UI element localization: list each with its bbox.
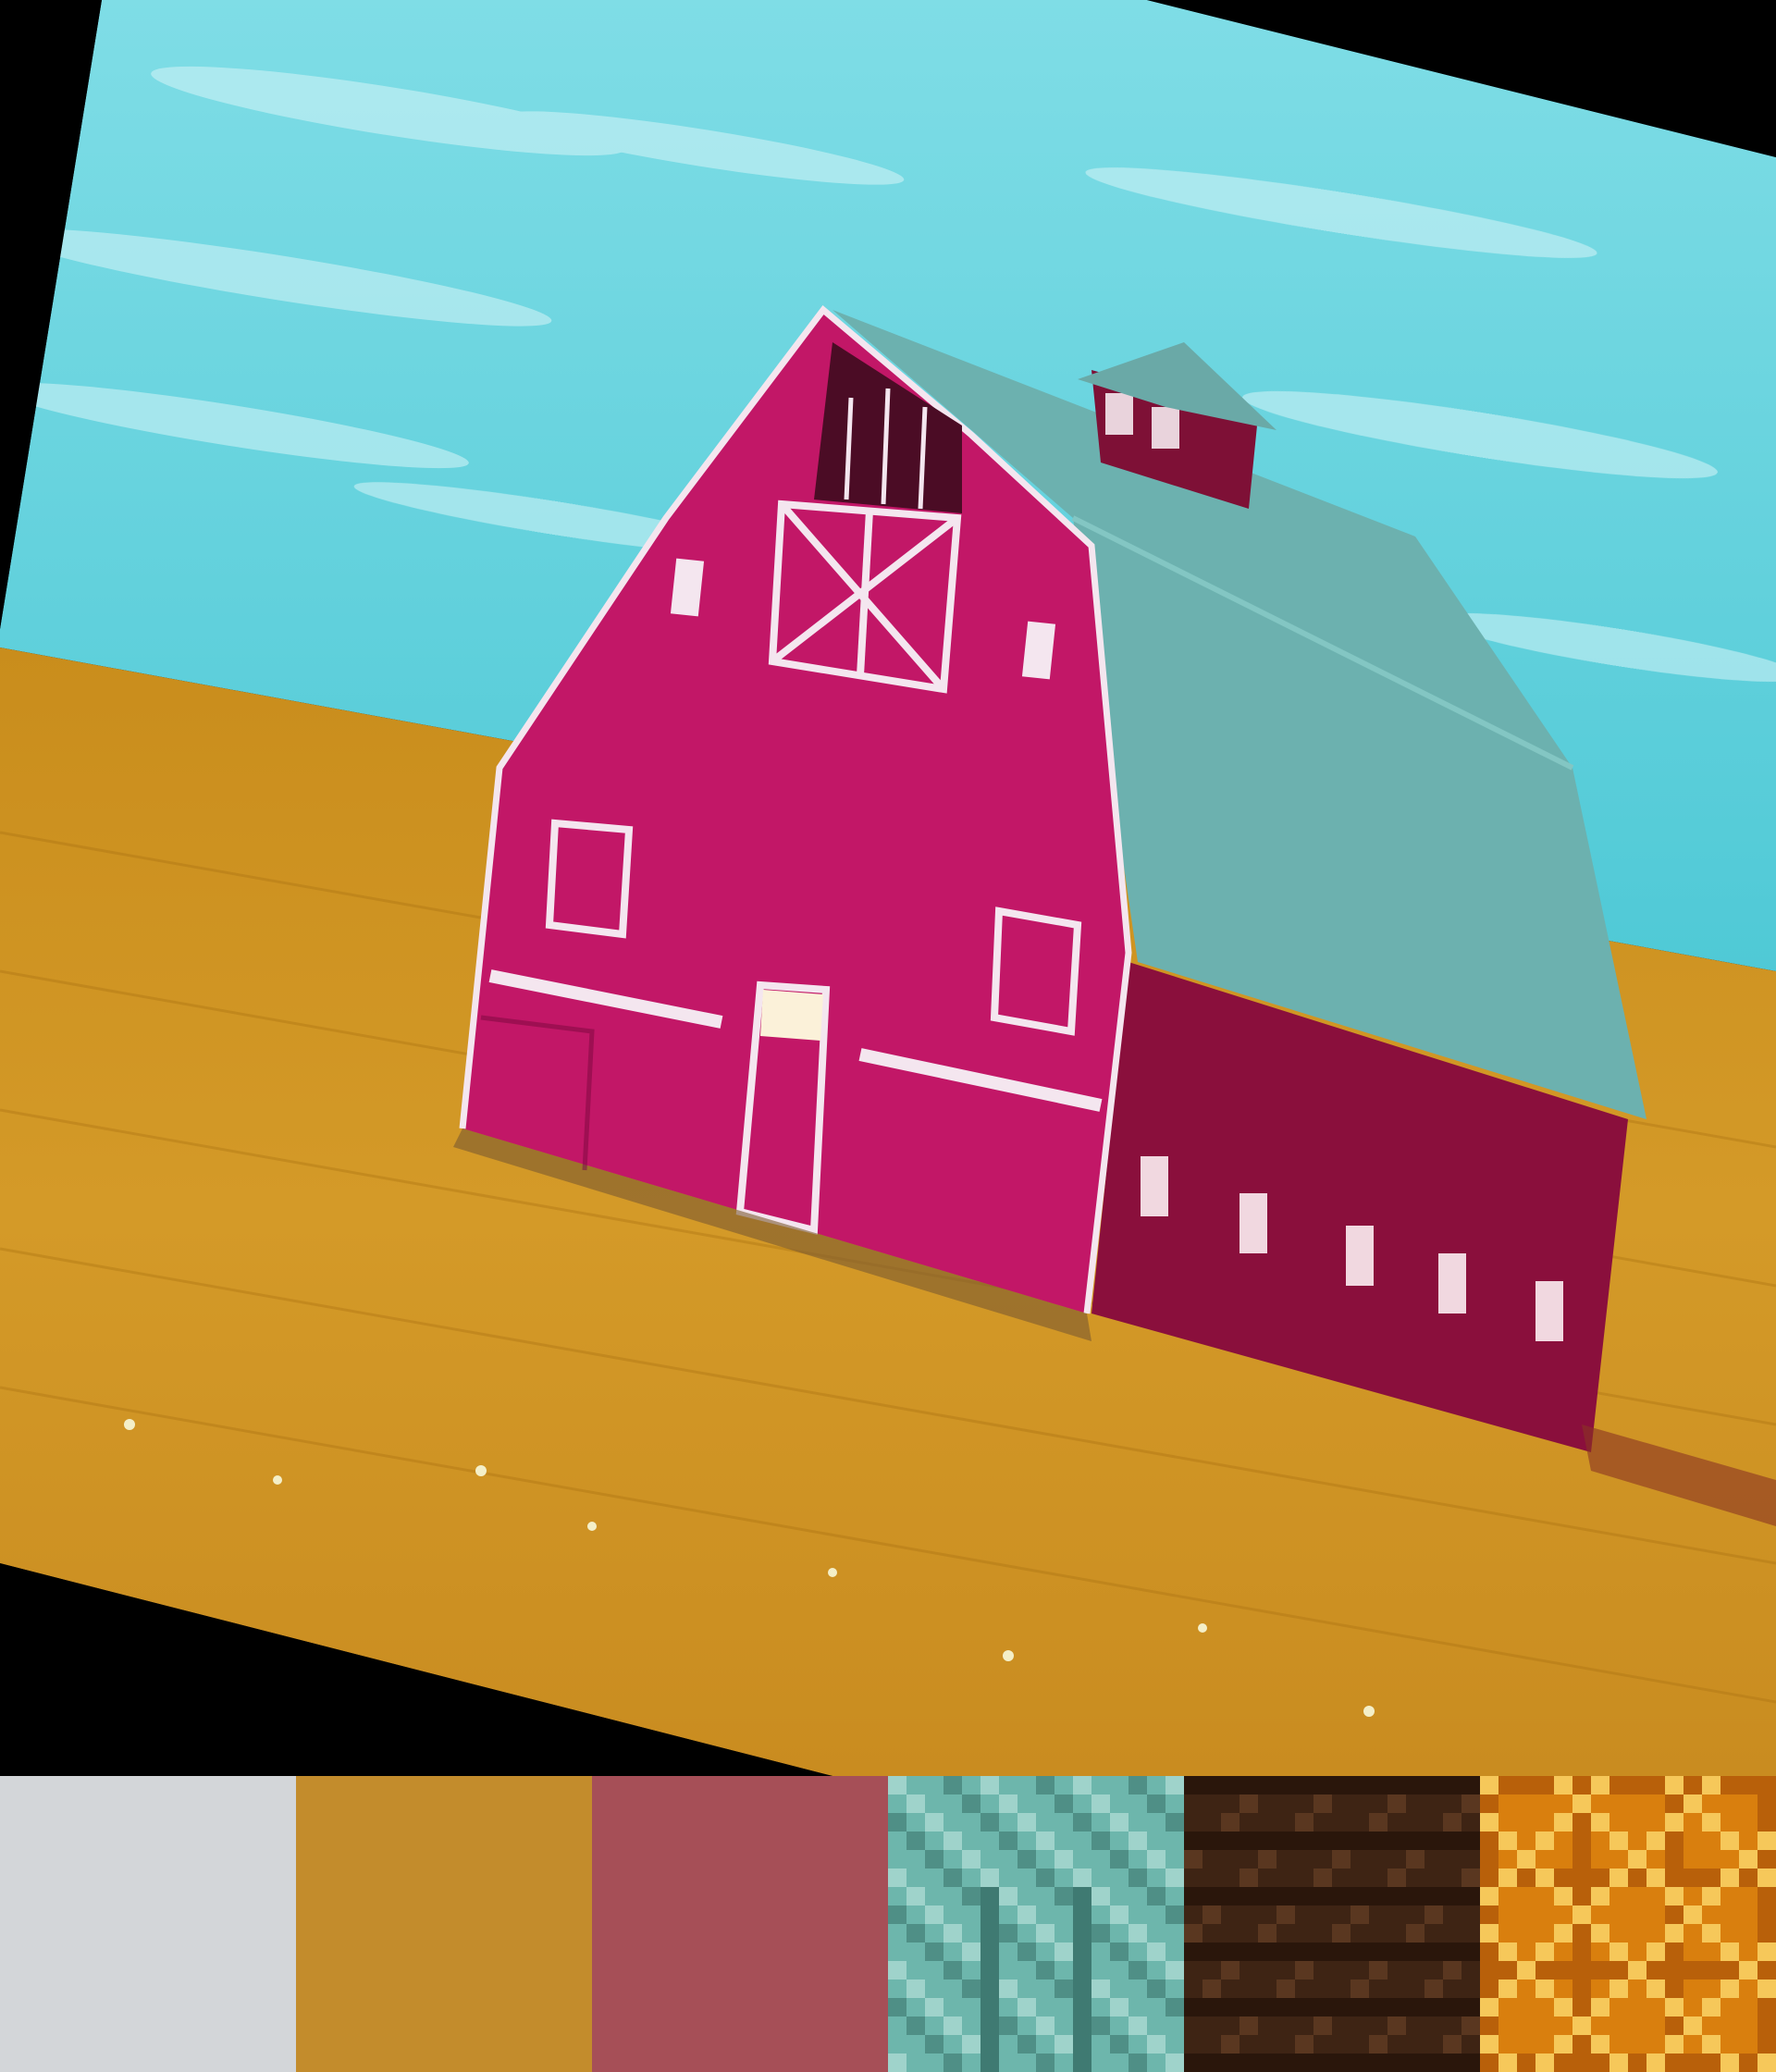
swatch-dark-brown (1184, 1776, 1480, 2072)
tilted-photo (0, 0, 1776, 1776)
swatch-dusty-rose (592, 1776, 888, 2072)
color-palette (0, 1776, 1776, 2072)
barn-photo (0, 0, 1776, 1776)
swatch-ochre (296, 1776, 592, 2072)
swatch-teal (888, 1776, 1184, 2072)
swatch-light-gray (0, 1776, 296, 2072)
swatch-amber (1480, 1776, 1776, 2072)
